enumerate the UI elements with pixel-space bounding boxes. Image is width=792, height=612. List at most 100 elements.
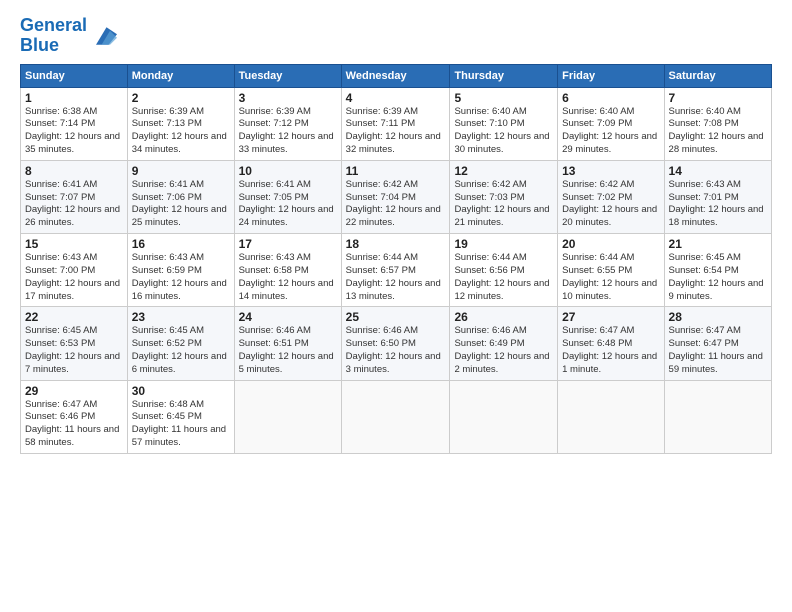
day-header-tuesday: Tuesday <box>234 64 341 87</box>
day-info: Sunrise: 6:42 AM Sunset: 7:03 PM Dayligh… <box>454 179 553 230</box>
day-info: Sunrise: 6:44 AM Sunset: 6:55 PM Dayligh… <box>562 252 659 303</box>
day-number: 14 <box>669 164 767 178</box>
day-number: 19 <box>454 237 553 251</box>
day-number: 29 <box>25 384 123 398</box>
day-number: 28 <box>669 310 767 324</box>
calendar-cell: 7 Sunrise: 6:40 AM Sunset: 7:08 PM Dayli… <box>664 87 771 160</box>
page: GeneralBlue SundayMondayTuesdayWednesday… <box>0 0 792 612</box>
calendar-cell: 25 Sunrise: 6:46 AM Sunset: 6:50 PM Dayl… <box>341 307 450 380</box>
day-number: 17 <box>239 237 337 251</box>
day-info: Sunrise: 6:41 AM Sunset: 7:07 PM Dayligh… <box>25 179 123 230</box>
calendar-cell: 9 Sunrise: 6:41 AM Sunset: 7:06 PM Dayli… <box>127 160 234 233</box>
day-number: 15 <box>25 237 123 251</box>
calendar-week-3: 15 Sunrise: 6:43 AM Sunset: 7:00 PM Dayl… <box>21 234 772 307</box>
calendar-week-4: 22 Sunrise: 6:45 AM Sunset: 6:53 PM Dayl… <box>21 307 772 380</box>
day-info: Sunrise: 6:43 AM Sunset: 7:00 PM Dayligh… <box>25 252 123 303</box>
calendar-cell: 6 Sunrise: 6:40 AM Sunset: 7:09 PM Dayli… <box>558 87 664 160</box>
calendar-cell: 16 Sunrise: 6:43 AM Sunset: 6:59 PM Dayl… <box>127 234 234 307</box>
day-number: 30 <box>132 384 230 398</box>
calendar-cell: 21 Sunrise: 6:45 AM Sunset: 6:54 PM Dayl… <box>664 234 771 307</box>
calendar-cell: 13 Sunrise: 6:42 AM Sunset: 7:02 PM Dayl… <box>558 160 664 233</box>
day-number: 2 <box>132 91 230 105</box>
day-number: 3 <box>239 91 337 105</box>
day-info: Sunrise: 6:45 AM Sunset: 6:52 PM Dayligh… <box>132 325 230 376</box>
calendar-cell: 28 Sunrise: 6:47 AM Sunset: 6:47 PM Dayl… <box>664 307 771 380</box>
calendar-cell: 11 Sunrise: 6:42 AM Sunset: 7:04 PM Dayl… <box>341 160 450 233</box>
calendar-cell <box>450 380 558 453</box>
calendar-week-1: 1 Sunrise: 6:38 AM Sunset: 7:14 PM Dayli… <box>21 87 772 160</box>
day-number: 11 <box>346 164 446 178</box>
calendar-week-5: 29 Sunrise: 6:47 AM Sunset: 6:46 PM Dayl… <box>21 380 772 453</box>
day-info: Sunrise: 6:39 AM Sunset: 7:12 PM Dayligh… <box>239 106 337 157</box>
calendar-cell: 14 Sunrise: 6:43 AM Sunset: 7:01 PM Dayl… <box>664 160 771 233</box>
calendar-cell: 23 Sunrise: 6:45 AM Sunset: 6:52 PM Dayl… <box>127 307 234 380</box>
calendar-cell: 29 Sunrise: 6:47 AM Sunset: 6:46 PM Dayl… <box>21 380 128 453</box>
calendar-cell: 18 Sunrise: 6:44 AM Sunset: 6:57 PM Dayl… <box>341 234 450 307</box>
calendar-cell: 15 Sunrise: 6:43 AM Sunset: 7:00 PM Dayl… <box>21 234 128 307</box>
day-number: 24 <box>239 310 337 324</box>
day-info: Sunrise: 6:40 AM Sunset: 7:09 PM Dayligh… <box>562 106 659 157</box>
calendar-cell: 8 Sunrise: 6:41 AM Sunset: 7:07 PM Dayli… <box>21 160 128 233</box>
calendar-cell <box>234 380 341 453</box>
day-info: Sunrise: 6:46 AM Sunset: 6:50 PM Dayligh… <box>346 325 446 376</box>
day-number: 1 <box>25 91 123 105</box>
day-number: 4 <box>346 91 446 105</box>
calendar-cell: 27 Sunrise: 6:47 AM Sunset: 6:48 PM Dayl… <box>558 307 664 380</box>
day-info: Sunrise: 6:46 AM Sunset: 6:51 PM Dayligh… <box>239 325 337 376</box>
day-info: Sunrise: 6:47 AM Sunset: 6:47 PM Dayligh… <box>669 325 767 376</box>
day-header-friday: Friday <box>558 64 664 87</box>
calendar-cell: 19 Sunrise: 6:44 AM Sunset: 6:56 PM Dayl… <box>450 234 558 307</box>
calendar-cell: 30 Sunrise: 6:48 AM Sunset: 6:45 PM Dayl… <box>127 380 234 453</box>
day-info: Sunrise: 6:44 AM Sunset: 6:56 PM Dayligh… <box>454 252 553 303</box>
day-info: Sunrise: 6:39 AM Sunset: 7:13 PM Dayligh… <box>132 106 230 157</box>
day-number: 22 <box>25 310 123 324</box>
day-number: 12 <box>454 164 553 178</box>
day-info: Sunrise: 6:43 AM Sunset: 6:59 PM Dayligh… <box>132 252 230 303</box>
calendar-week-2: 8 Sunrise: 6:41 AM Sunset: 7:07 PM Dayli… <box>21 160 772 233</box>
day-info: Sunrise: 6:39 AM Sunset: 7:11 PM Dayligh… <box>346 106 446 157</box>
calendar-cell: 1 Sunrise: 6:38 AM Sunset: 7:14 PM Dayli… <box>21 87 128 160</box>
calendar-cell: 26 Sunrise: 6:46 AM Sunset: 6:49 PM Dayl… <box>450 307 558 380</box>
day-number: 27 <box>562 310 659 324</box>
calendar-cell: 20 Sunrise: 6:44 AM Sunset: 6:55 PM Dayl… <box>558 234 664 307</box>
day-info: Sunrise: 6:40 AM Sunset: 7:10 PM Dayligh… <box>454 106 553 157</box>
day-header-row: SundayMondayTuesdayWednesdayThursdayFrid… <box>21 64 772 87</box>
day-number: 18 <box>346 237 446 251</box>
calendar-cell <box>558 380 664 453</box>
day-info: Sunrise: 6:47 AM Sunset: 6:46 PM Dayligh… <box>25 399 123 450</box>
calendar-cell: 24 Sunrise: 6:46 AM Sunset: 6:51 PM Dayl… <box>234 307 341 380</box>
day-info: Sunrise: 6:41 AM Sunset: 7:05 PM Dayligh… <box>239 179 337 230</box>
day-info: Sunrise: 6:47 AM Sunset: 6:48 PM Dayligh… <box>562 325 659 376</box>
calendar-cell: 22 Sunrise: 6:45 AM Sunset: 6:53 PM Dayl… <box>21 307 128 380</box>
day-header-sunday: Sunday <box>21 64 128 87</box>
calendar-cell: 17 Sunrise: 6:43 AM Sunset: 6:58 PM Dayl… <box>234 234 341 307</box>
calendar-table: SundayMondayTuesdayWednesdayThursdayFrid… <box>20 64 772 454</box>
day-number: 13 <box>562 164 659 178</box>
day-number: 20 <box>562 237 659 251</box>
day-number: 26 <box>454 310 553 324</box>
day-info: Sunrise: 6:43 AM Sunset: 6:58 PM Dayligh… <box>239 252 337 303</box>
day-info: Sunrise: 6:44 AM Sunset: 6:57 PM Dayligh… <box>346 252 446 303</box>
day-info: Sunrise: 6:40 AM Sunset: 7:08 PM Dayligh… <box>669 106 767 157</box>
day-number: 5 <box>454 91 553 105</box>
day-number: 8 <box>25 164 123 178</box>
calendar-cell <box>341 380 450 453</box>
calendar-cell: 3 Sunrise: 6:39 AM Sunset: 7:12 PM Dayli… <box>234 87 341 160</box>
day-info: Sunrise: 6:48 AM Sunset: 6:45 PM Dayligh… <box>132 399 230 450</box>
day-number: 21 <box>669 237 767 251</box>
calendar-cell <box>664 380 771 453</box>
day-header-saturday: Saturday <box>664 64 771 87</box>
day-info: Sunrise: 6:42 AM Sunset: 7:02 PM Dayligh… <box>562 179 659 230</box>
calendar-body: 1 Sunrise: 6:38 AM Sunset: 7:14 PM Dayli… <box>21 87 772 453</box>
day-number: 25 <box>346 310 446 324</box>
day-header-thursday: Thursday <box>450 64 558 87</box>
calendar-cell: 12 Sunrise: 6:42 AM Sunset: 7:03 PM Dayl… <box>450 160 558 233</box>
day-number: 16 <box>132 237 230 251</box>
header: GeneralBlue <box>20 16 772 56</box>
day-info: Sunrise: 6:46 AM Sunset: 6:49 PM Dayligh… <box>454 325 553 376</box>
day-header-wednesday: Wednesday <box>341 64 450 87</box>
day-info: Sunrise: 6:45 AM Sunset: 6:53 PM Dayligh… <box>25 325 123 376</box>
logo: GeneralBlue <box>20 16 117 56</box>
calendar-cell: 10 Sunrise: 6:41 AM Sunset: 7:05 PM Dayl… <box>234 160 341 233</box>
calendar-cell: 5 Sunrise: 6:40 AM Sunset: 7:10 PM Dayli… <box>450 87 558 160</box>
